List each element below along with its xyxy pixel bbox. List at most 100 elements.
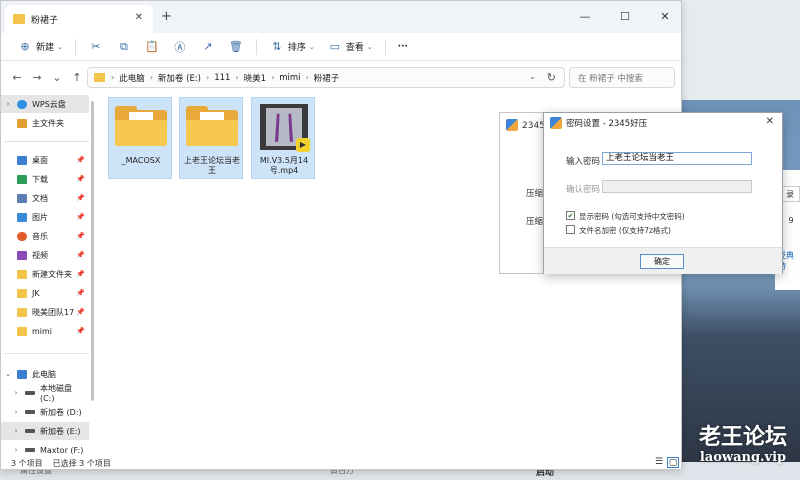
sidebar-item-drive-d[interactable]: › 新加卷 (D:)	[1, 403, 89, 421]
close-icon[interactable]: ✕	[766, 116, 774, 127]
pin-icon: 📌	[76, 327, 85, 335]
file-name: _MACOSX	[121, 156, 161, 165]
close-tab-icon[interactable]: ✕	[135, 12, 143, 23]
sidebar-item-new-folder[interactable]: 新建文件夹 📌	[1, 265, 89, 283]
ok-button[interactable]: 确定	[640, 254, 684, 269]
sidebar-item-mimi[interactable]: mimi 📌	[1, 322, 89, 340]
pin-icon: 📌	[76, 232, 85, 240]
sidebar-item-pictures[interactable]: 图片 📌	[1, 208, 89, 226]
breadcrumb-item[interactable]: 111	[214, 73, 230, 83]
sidebar-item-documents[interactable]: 文档 📌	[1, 189, 89, 207]
file-item-folder[interactable]: 上老王论坛当老王	[179, 97, 243, 179]
rename-button[interactable]: Ⓐ	[166, 36, 194, 58]
trash-icon: 🗑	[228, 40, 243, 53]
chevron-down-icon: ⌄	[366, 42, 373, 51]
drive-icon	[24, 391, 35, 395]
view-button-label: 查看	[345, 43, 364, 53]
forward-button[interactable]: →	[27, 71, 47, 84]
title-bar: 粉裙子 ✕ + — ☐ ✕	[1, 1, 681, 33]
toolbar-divider	[384, 38, 386, 55]
sidebar-item-label: 视频	[32, 250, 48, 260]
breadcrumb-item[interactable]: 此电脑	[119, 72, 145, 84]
pin-icon: 📌	[76, 213, 85, 221]
maximize-button[interactable]: ☐	[611, 6, 639, 26]
item-count: 3 个项目	[11, 458, 43, 468]
pin-icon: 📌	[76, 308, 85, 316]
copy-button[interactable]: ⧉	[110, 36, 138, 58]
share-button[interactable]: ↗	[194, 36, 222, 58]
confirm-password-input[interactable]	[602, 180, 752, 193]
details-view-icon[interactable]: ☰	[653, 457, 665, 468]
sort-button[interactable]: ⇅ 排序 ⌄	[263, 36, 321, 58]
archive-option-label: 压缩	[526, 217, 544, 227]
show-password-checkbox[interactable]: ✔	[566, 211, 575, 220]
password-dialog-titlebar: 密码设置 - 2345好压 ✕	[544, 113, 782, 133]
delete-button[interactable]: 🗑	[222, 36, 250, 58]
file-item-folder[interactable]: _MACOSX	[108, 97, 172, 179]
sidebar-item-videos[interactable]: 视频 📌	[1, 246, 89, 264]
expand-icon[interactable]: ›	[11, 389, 21, 397]
breadcrumb-item[interactable]: 晓美1	[244, 72, 266, 84]
app-logo-icon	[506, 118, 518, 131]
more-icon: ···	[397, 41, 408, 52]
large-icons-view-icon[interactable]: ▢	[667, 457, 679, 468]
cloud-icon	[17, 99, 27, 109]
close-window-button[interactable]: ✕	[651, 6, 679, 26]
sidebar-item-drive-e[interactable]: › 新加卷 (E:)	[1, 422, 89, 440]
breadcrumb-item[interactable]: 新加卷 (E:)	[158, 72, 201, 84]
watermark-url: laowang.vip	[699, 450, 787, 465]
scissors-icon: ✂	[91, 40, 101, 53]
minimize-button[interactable]: —	[571, 6, 599, 26]
sidebar-item-jk[interactable]: JK 📌	[1, 284, 89, 302]
sidebar-item-drive-c[interactable]: › 本地磁盘 (C:)	[1, 384, 89, 403]
more-options-button[interactable]: ···	[392, 36, 414, 58]
up-button[interactable]: ↑	[67, 71, 87, 84]
collapse-icon[interactable]: ⌄	[3, 370, 13, 378]
cut-button[interactable]: ✂	[82, 36, 110, 58]
encrypt-filenames-checkbox[interactable]	[566, 225, 575, 234]
tab-current-folder[interactable]: 粉裙子 ✕	[5, 5, 153, 33]
sidebar-item-team[interactable]: 晓美团队17 📌	[1, 303, 89, 321]
background-button[interactable]: 录	[780, 186, 800, 202]
encrypt-filenames-label: 文件名加密 (仅支持7z格式)	[579, 226, 671, 235]
sidebar-item-label: 下载	[32, 174, 48, 184]
sidebar-item-this-pc[interactable]: ⌄ 此电脑	[1, 365, 89, 383]
chevron-down-icon[interactable]: ⌄	[529, 72, 536, 81]
drive-icon	[25, 410, 35, 414]
search-input[interactable]: 在 粉裙子 中搜索	[569, 67, 675, 88]
folder-icon	[17, 288, 27, 298]
watermark-title: 老王论坛	[698, 424, 787, 450]
back-button[interactable]: ←	[7, 71, 27, 84]
paste-button[interactable]: 📋	[138, 36, 166, 58]
home-icon	[17, 118, 27, 128]
chevron-down-icon: ⌄	[57, 42, 63, 51]
expand-icon[interactable]: ›	[11, 446, 21, 454]
sidebar-item-desktop[interactable]: 桌面 📌	[1, 151, 89, 169]
address-bar[interactable]: › 此电脑 › 新加卷 (E:) › 111 › 晓美1 › mimi › 粉裙…	[87, 67, 565, 88]
copy-icon: ⧉	[119, 39, 128, 53]
refresh-icon[interactable]: ↻	[547, 71, 556, 84]
pin-icon: 📌	[76, 270, 85, 278]
sidebar-item-label: Maxtor (F:)	[40, 445, 84, 455]
command-bar: ⊕ 新建 ⌄ ✂ ⧉ 📋 Ⓐ ↗ 🗑 ⇅ 排序 ⌄ ▭ 查看 ⌄ ···	[1, 33, 681, 61]
file-item-video[interactable]: ▶ MI.V3.5月14号.mp4	[251, 97, 315, 179]
sidebar-item-downloads[interactable]: 下载 📌	[1, 170, 89, 188]
sidebar-item-label: 新建文件夹	[32, 269, 72, 279]
sidebar-item-music[interactable]: 音乐 📌	[1, 227, 89, 245]
expand-icon[interactable]: ›	[3, 100, 13, 108]
new-tab-button[interactable]: +	[161, 9, 172, 24]
sidebar-item-label: 文档	[32, 193, 48, 203]
sidebar-item-wps-cloud[interactable]: › WPS云盘	[1, 95, 89, 113]
expand-icon[interactable]: ›	[11, 427, 21, 435]
expand-icon[interactable]: ›	[11, 408, 21, 416]
sidebar-scrollbar[interactable]	[91, 101, 94, 401]
music-icon	[17, 231, 27, 241]
password-input[interactable]: 上老王论坛当老王	[602, 152, 752, 165]
view-button[interactable]: ▭ 查看 ⌄	[321, 36, 379, 58]
archive-option-label: 压缩	[526, 189, 544, 199]
sidebar-item-home[interactable]: 主文件夹	[1, 114, 89, 132]
breadcrumb-item-current[interactable]: 粉裙子	[314, 72, 340, 84]
breadcrumb-item[interactable]: mimi	[279, 73, 300, 83]
new-button[interactable]: ⊕ 新建 ⌄	[11, 36, 69, 58]
recent-locations-button[interactable]: ⌄	[47, 71, 67, 84]
